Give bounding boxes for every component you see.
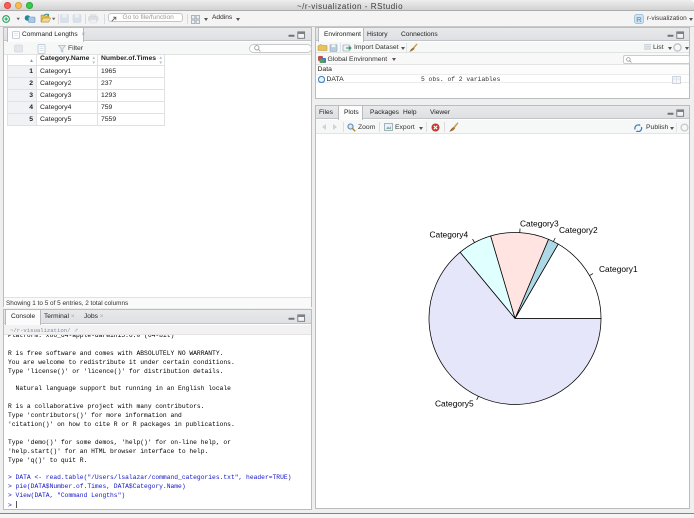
- svg-text:Category4: Category4: [430, 230, 469, 240]
- svg-text:Category5: Category5: [435, 399, 474, 409]
- svg-text:R: R: [636, 15, 642, 24]
- svg-text:Category1: Category1: [599, 264, 638, 274]
- svg-text:Category3: Category3: [520, 219, 559, 229]
- svg-text:Category2: Category2: [559, 225, 598, 235]
